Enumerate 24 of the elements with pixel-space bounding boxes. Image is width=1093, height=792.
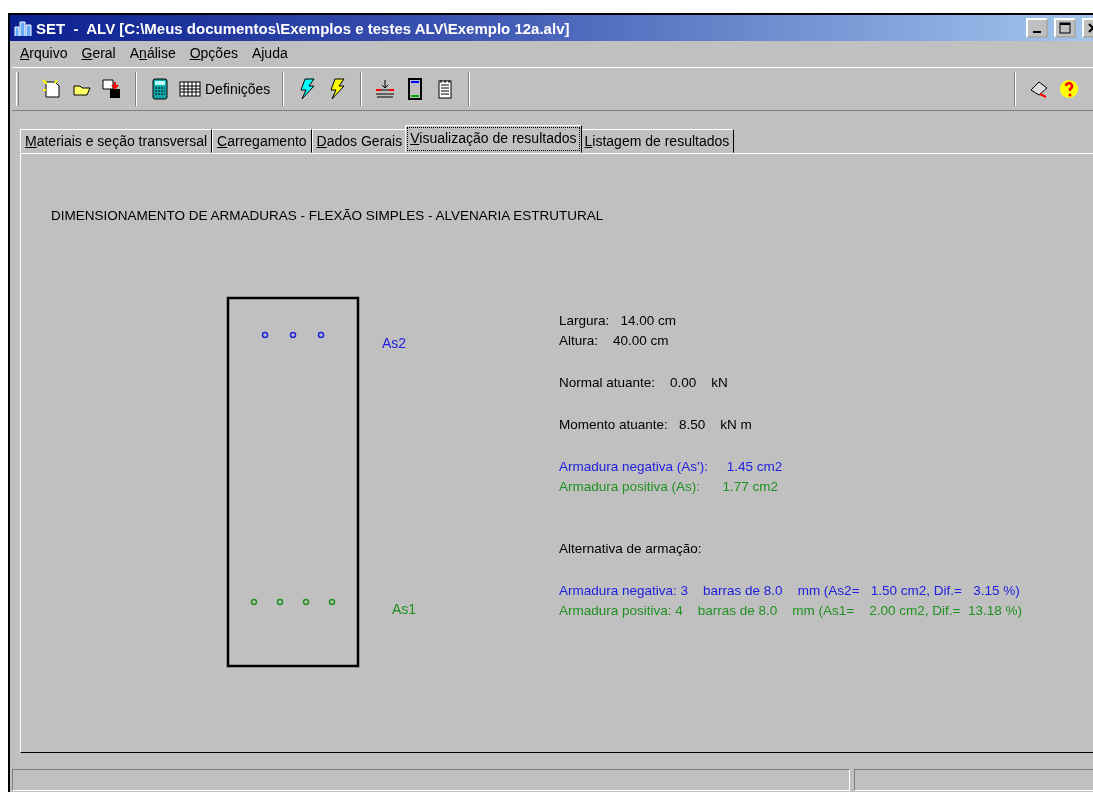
menu-item[interactable]: Ajuda: [251, 45, 288, 61]
tab[interactable]: Dados Gerais: [311, 129, 408, 153]
result-line: Alternativa de armação:: [559, 540, 703, 558]
window-title: SET - ALV [C:\Meus documentos\Exemplos e testes ALV\Exemplo 12a.alv]: [36, 19, 571, 37]
menu-item[interactable]: Geral: [81, 45, 116, 61]
heading: DIMENSIONAMENTO DE ARMADURAS - FLEXÃO SIMPLES - ALVENARIA ESTRUTURAL: [51, 208, 604, 223]
result-line: Armadura negativa: 3 barras de 8.0 mm (As2= 1.50 cm2, Dif.= 3.15 %): [559, 582, 1021, 600]
result-line: Largura: 14.00 cm: [559, 312, 678, 330]
tab[interactable]: Materiais e seção transversal: [20, 129, 213, 153]
tab[interactable]: Visualização de resultados: [405, 125, 582, 153]
result-line: Normal atuante: 0.00 kN: [559, 374, 729, 392]
menu-item[interactable]: Opções: [189, 45, 238, 61]
result-line: Armadura negativa (As'): 1.45 cm2: [559, 458, 784, 476]
result-line: Armadura positiva (As): 1.77 cm2: [559, 478, 780, 496]
result-line: Altura: 40.00 cm: [559, 332, 670, 350]
rebar-label: As1: [392, 601, 417, 617]
rebar-label: As2: [382, 335, 407, 351]
definitions-button[interactable]: Definições: [179, 75, 271, 103]
menu-item[interactable]: Arquivo: [20, 45, 68, 61]
result-line: Momento atuante: 8.50 kN m: [559, 416, 753, 434]
tab[interactable]: Listagem de resultados: [579, 129, 735, 153]
result-line: Armadura positiva: 4 barras de 8.0 mm (As1= 2.00 cm2, Dif.= 13.18 %): [559, 602, 1022, 620]
menu-item[interactable]: Análise: [129, 45, 176, 61]
tab[interactable]: Carregamento: [212, 129, 312, 153]
